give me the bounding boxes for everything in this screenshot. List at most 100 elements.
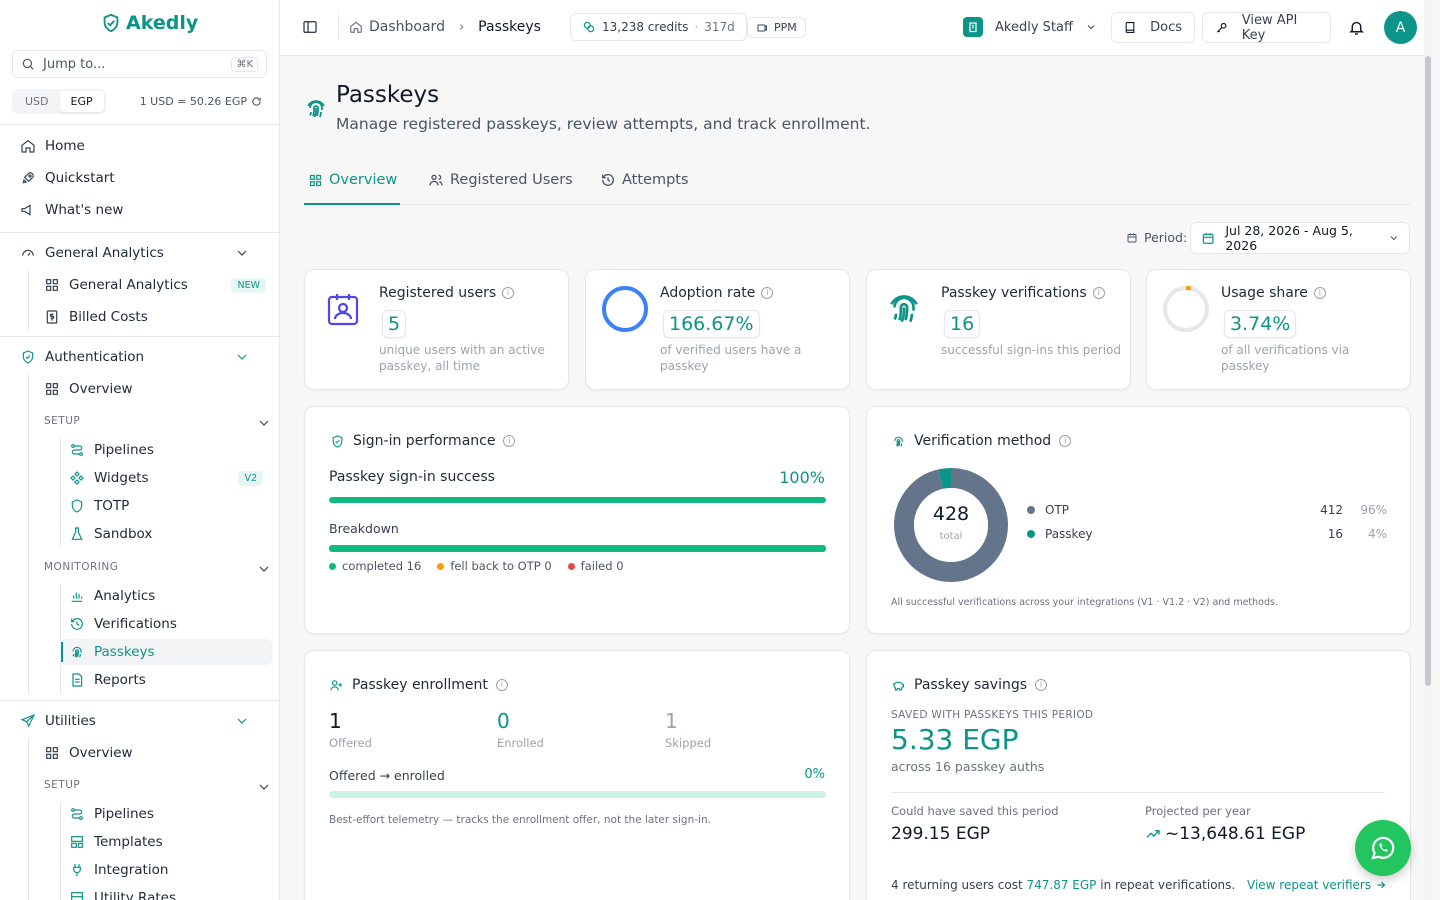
- grid-icon: [46, 383, 58, 395]
- docs-button[interactable]: Docs: [1111, 12, 1195, 43]
- method-row-passkey: Passkey 16 4%: [1027, 527, 1387, 541]
- enrollment-enrolled-label: Enrolled: [497, 736, 544, 750]
- sidebar-item-general-analytics[interactable]: General Analytics NEW: [44, 271, 274, 299]
- breakdown-legend: completed 16 fell back to OTP 0 failed 0: [329, 559, 624, 573]
- ppm-label: PPM: [774, 21, 797, 34]
- conversion-track: [329, 791, 826, 798]
- stat-value: 166.67%: [663, 310, 760, 338]
- scrollbar-track[interactable]: [1424, 0, 1432, 900]
- sidebar-item-reports[interactable]: Reports: [69, 666, 146, 694]
- info-icon[interactable]: i: [1313, 287, 1326, 299]
- legend-label: fell back to OTP: [450, 559, 541, 573]
- sidebar-item-utility-rates[interactable]: Utility Rates: [69, 884, 176, 900]
- sidebar-item-quickstart[interactable]: Quickstart: [20, 164, 115, 192]
- info-icon[interactable]: i: [1035, 679, 1048, 691]
- legend-value: 0: [616, 559, 624, 573]
- key-icon: [1216, 22, 1227, 33]
- sidebar-item-templates[interactable]: Templates: [69, 828, 163, 856]
- sidebar-item-label: Overview: [69, 745, 133, 761]
- info-icon[interactable]: i: [495, 679, 508, 691]
- sidebar-item-widgets[interactable]: Widgets V2: [69, 464, 269, 492]
- api-key-label: View API Key: [1241, 12, 1298, 43]
- tab-label: Attempts: [622, 172, 689, 188]
- active-item-indicator: [61, 642, 63, 662]
- chevron-down-icon[interactable]: [256, 415, 272, 431]
- tree-line: [28, 374, 29, 694]
- gauge-icon: [22, 249, 34, 257]
- tab-registered-users[interactable]: Registered Users: [428, 172, 573, 188]
- tab-attempts[interactable]: Attempts: [600, 172, 689, 188]
- projected-value: ~13,648.61 EGP: [1165, 824, 1306, 844]
- sidebar-item-auth-overview[interactable]: Overview: [44, 375, 133, 403]
- chevron-down-icon[interactable]: [256, 561, 272, 577]
- sidebar-section-utilities[interactable]: Utilities: [20, 707, 270, 735]
- info-icon[interactable]: i: [503, 435, 516, 447]
- sidebar-item-totp[interactable]: TOTP: [69, 492, 129, 520]
- sidebar-toggle-button[interactable]: [302, 19, 318, 35]
- sidebar-section-label: Authentication: [45, 349, 145, 365]
- sidebar-item-pipelines[interactable]: Pipelines: [69, 436, 154, 464]
- info-icon[interactable]: i: [1059, 435, 1072, 447]
- info-icon[interactable]: i: [1092, 287, 1105, 299]
- period-label-group: Period:: [1126, 230, 1187, 245]
- card-title: Passkey savings: [914, 677, 1028, 693]
- whatsapp-chat-button[interactable]: [1355, 820, 1411, 876]
- method-pct: 96%: [1360, 503, 1387, 517]
- ppm-pill[interactable]: PPM: [747, 17, 806, 38]
- avatar[interactable]: A: [1384, 11, 1417, 44]
- currency-usd[interactable]: USD: [14, 91, 60, 112]
- view-api-key-button[interactable]: View API Key: [1202, 12, 1331, 43]
- info-icon[interactable]: i: [502, 287, 515, 299]
- sidebar-section-general-analytics[interactable]: General Analytics: [20, 239, 270, 267]
- home-icon: [21, 139, 35, 153]
- top-bar: Dashboard › Passkeys 13,238 credits · 31…: [280, 0, 1432, 56]
- breadcrumb-dashboard[interactable]: Dashboard: [369, 19, 445, 35]
- sidebar-item-util-pipelines[interactable]: Pipelines: [69, 800, 154, 828]
- info-icon[interactable]: i: [761, 287, 774, 299]
- period-value: Jul 28, 2026 - Aug 5, 2026: [1225, 223, 1353, 253]
- bell-icon: [1349, 21, 1364, 35]
- notifications-button[interactable]: [1348, 19, 1365, 36]
- view-repeat-verifiers-link[interactable]: View repeat verifiers: [1247, 878, 1387, 892]
- tree-line: [60, 438, 61, 548]
- sidebar-item-billed-costs[interactable]: Billed Costs: [44, 303, 148, 331]
- main-content: Dashboard › Passkeys 13,238 credits · 31…: [280, 0, 1432, 900]
- tab-overview[interactable]: Overview: [308, 172, 397, 188]
- app-logo[interactable]: Akedly: [100, 12, 198, 34]
- sidebar-item-integration[interactable]: Integration: [69, 856, 168, 884]
- credits-pill[interactable]: 13,238 credits · 317d: [570, 13, 747, 41]
- fingerprint-icon: [890, 295, 918, 323]
- sidebar-item-analytics[interactable]: Analytics: [69, 582, 155, 610]
- stat-title: Registered users: [379, 285, 497, 301]
- sidebar-item-label: Integration: [94, 862, 169, 878]
- org-switcher[interactable]: Akedly Staff: [963, 17, 1097, 37]
- chevron-down-icon[interactable]: [256, 779, 272, 795]
- card-title-row: Passkey enrollment i: [329, 677, 508, 693]
- user-badge-icon: [327, 294, 359, 326]
- exchange-rate-text: 1 USD = 50.26 EGP: [139, 95, 247, 108]
- grid-icon: [309, 174, 322, 186]
- stat-title-row: Passkey verifications i: [941, 285, 1105, 301]
- refresh-icon[interactable]: [251, 96, 262, 107]
- sidebar-item-passkeys[interactable]: Passkeys: [69, 638, 155, 666]
- sidebar-section-authentication[interactable]: Authentication: [20, 343, 270, 371]
- rocket-icon: [22, 172, 34, 184]
- currency-egp[interactable]: EGP: [59, 91, 104, 112]
- sidebar-item-utilities-overview[interactable]: Overview: [44, 739, 133, 767]
- sidebar: Akedly Jump to... ⌘K USD EGP 1 USD = 50.…: [0, 0, 280, 900]
- tabs-divider: [304, 204, 1411, 205]
- donut-chart: [894, 468, 1008, 582]
- stat-title-row: Adoption rate i: [660, 285, 774, 301]
- sidebar-item-label: Reports: [94, 672, 146, 688]
- stat-title: Passkey verifications: [941, 285, 1087, 301]
- jump-to-search[interactable]: Jump to... ⌘K: [12, 50, 267, 78]
- scrollbar-thumb[interactable]: [1425, 56, 1431, 686]
- sidebar-item-home[interactable]: Home: [20, 132, 85, 160]
- page-title: Passkeys: [336, 82, 440, 108]
- sidebar-item-sandbox[interactable]: Sandbox: [69, 520, 152, 548]
- method-row-otp: OTP 412 96%: [1027, 503, 1387, 517]
- sidebar-item-whats-new[interactable]: What's new: [20, 196, 123, 224]
- sidebar-item-verifications[interactable]: Verifications: [69, 610, 177, 638]
- flask-icon: [71, 527, 83, 540]
- period-picker[interactable]: Jul 28, 2026 - Aug 5, 2026: [1190, 222, 1410, 254]
